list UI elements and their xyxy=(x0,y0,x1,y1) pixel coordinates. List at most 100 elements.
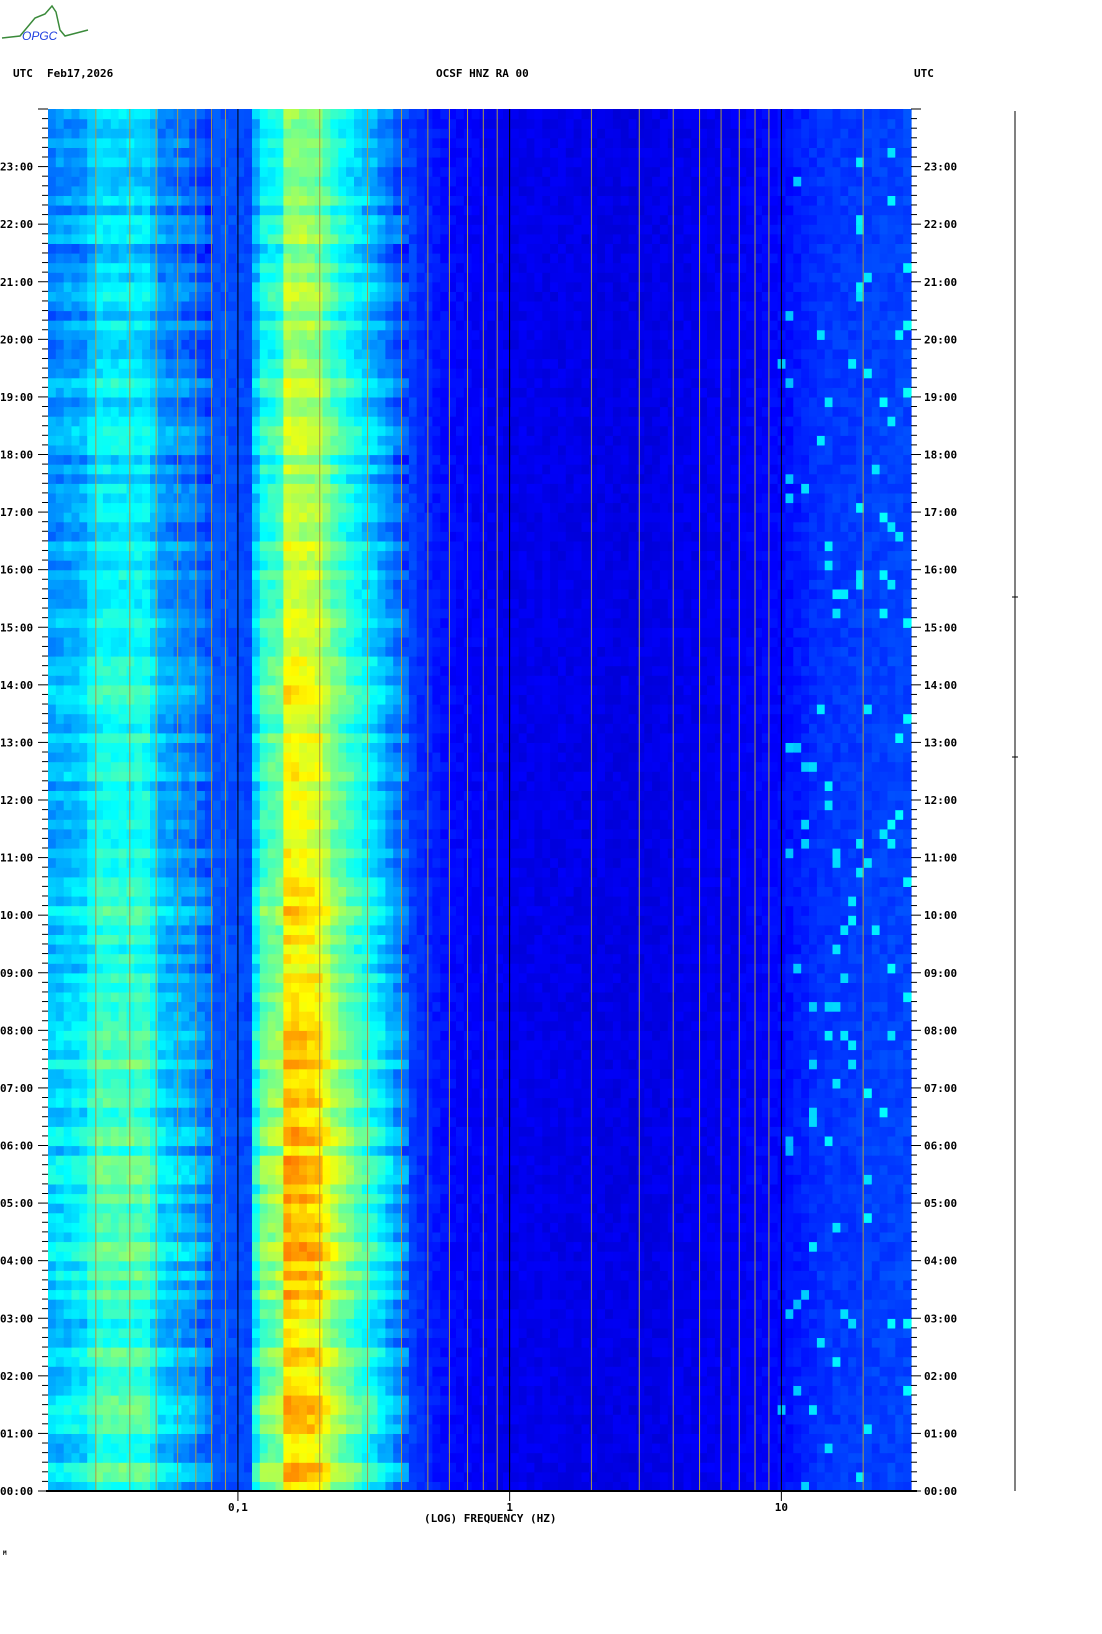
heatmap-cell xyxy=(275,1260,284,1271)
heatmap-cell xyxy=(283,809,292,820)
heatmap-cell xyxy=(236,1260,245,1271)
heatmap-cell xyxy=(48,588,57,600)
heatmap-cell xyxy=(150,972,159,983)
heatmap-cell xyxy=(299,1366,308,1377)
heatmap-cell xyxy=(204,1164,214,1175)
heatmap-cell xyxy=(95,924,104,935)
heatmap-cell xyxy=(173,185,182,196)
heatmap-cell xyxy=(212,867,222,878)
heatmap-cell xyxy=(306,166,316,177)
heatmap-cell xyxy=(79,464,88,475)
heatmap-cell xyxy=(48,867,57,878)
heatmap-cell xyxy=(252,752,261,763)
heatmap-cell xyxy=(259,253,269,264)
heatmap-cell xyxy=(142,1375,151,1386)
heatmap-cell xyxy=(220,1404,229,1415)
heatmap-cell xyxy=(299,1299,308,1310)
heatmap-cell xyxy=(283,1011,292,1022)
heatmap-cell xyxy=(95,1030,104,1041)
heatmap-cell xyxy=(118,1481,127,1492)
heatmap-cell xyxy=(189,953,198,964)
heatmap-cell xyxy=(220,1452,229,1463)
heatmap-cell xyxy=(134,780,143,791)
heatmap-cell xyxy=(283,233,292,244)
heatmap-cell xyxy=(102,780,112,791)
heatmap-cell xyxy=(102,454,112,465)
heatmap-cell xyxy=(157,435,167,446)
heatmap-cell xyxy=(55,1279,65,1291)
heatmap-cell xyxy=(48,1299,57,1310)
heatmap-cell xyxy=(267,1414,277,1425)
heatmap-cell xyxy=(244,253,253,264)
heatmap-cell xyxy=(236,377,245,388)
heatmap-cell xyxy=(87,1193,96,1204)
heatmap-cell xyxy=(267,675,277,686)
heatmap-cell xyxy=(165,1308,175,1319)
heatmap-cell xyxy=(63,1423,73,1434)
heatmap-cell xyxy=(55,109,65,120)
heatmap-cell xyxy=(134,1001,143,1012)
heatmap-cell xyxy=(314,1366,324,1377)
heatmap-cell xyxy=(204,396,214,408)
heatmap-cell xyxy=(283,1337,292,1348)
heatmap-cell xyxy=(142,1049,151,1060)
heatmap-cell xyxy=(87,1049,96,1060)
heatmap-cell xyxy=(118,243,127,254)
heatmap-cell xyxy=(95,1337,104,1348)
heatmap-cell xyxy=(165,473,175,484)
heatmap-cell xyxy=(142,1308,151,1319)
heatmap-cell xyxy=(157,886,167,897)
heatmap-cell xyxy=(189,1193,198,1204)
heatmap-cell xyxy=(150,1356,159,1367)
heatmap-cell xyxy=(173,1126,182,1137)
heatmap-cell xyxy=(252,1212,261,1223)
heatmap-cell xyxy=(299,656,308,667)
heatmap-cell xyxy=(63,761,73,772)
heatmap-cell xyxy=(283,483,292,494)
heatmap-cell xyxy=(204,732,214,743)
heatmap-cell xyxy=(48,905,57,916)
heatmap-cell xyxy=(110,771,120,782)
heatmap-cell xyxy=(189,1414,198,1425)
heatmap-cell xyxy=(252,1337,261,1348)
heatmap-cell xyxy=(181,675,190,686)
heatmap-cell xyxy=(102,1135,112,1147)
heatmap-cell xyxy=(126,1174,135,1185)
heatmap-cell xyxy=(197,1414,206,1425)
heatmap-cell xyxy=(142,982,151,993)
heatmap-cell xyxy=(197,800,206,811)
heatmap-cell xyxy=(71,857,80,868)
heatmap-cell xyxy=(259,1327,269,1338)
heatmap-cell xyxy=(102,1049,112,1060)
heatmap-cell xyxy=(173,1433,182,1444)
heatmap-cell xyxy=(212,1251,222,1262)
heatmap-cell xyxy=(48,1260,57,1271)
heatmap-cell xyxy=(118,800,127,811)
heatmap-cell xyxy=(157,464,167,475)
heatmap-cell xyxy=(267,540,277,552)
heatmap-cell xyxy=(157,310,167,321)
heatmap-cell xyxy=(189,512,198,523)
heatmap-cell xyxy=(110,732,120,743)
heatmap-cell xyxy=(63,310,73,321)
heatmap-cell xyxy=(63,1318,73,1329)
heatmap-cell xyxy=(110,972,120,983)
heatmap-cell xyxy=(220,972,229,983)
heatmap-cell xyxy=(157,1087,167,1099)
heatmap-cell xyxy=(189,550,198,561)
heatmap-cell xyxy=(134,147,143,158)
heatmap-cell xyxy=(165,1279,175,1291)
heatmap-cell xyxy=(173,243,182,254)
heatmap-cell xyxy=(48,137,57,148)
heatmap-cell xyxy=(126,1193,135,1204)
heatmap-cell xyxy=(102,1116,112,1127)
heatmap-cell xyxy=(55,1299,65,1310)
heatmap-cell xyxy=(252,137,261,148)
heatmap-cell xyxy=(173,483,182,494)
heatmap-cell xyxy=(142,368,151,379)
heatmap-cell xyxy=(79,1097,88,1108)
heatmap-cell xyxy=(244,1299,253,1310)
heatmap-cell xyxy=(244,166,253,177)
heatmap-cell xyxy=(165,1212,175,1223)
heatmap-cell xyxy=(252,166,261,177)
